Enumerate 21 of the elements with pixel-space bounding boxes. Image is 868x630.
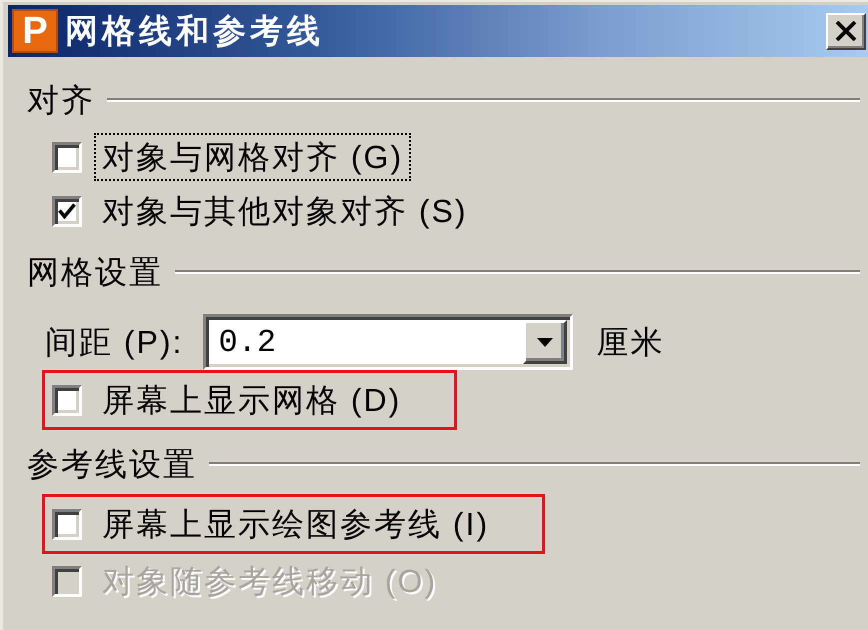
checkbox[interactable] xyxy=(52,142,82,172)
checkbox-label[interactable]: 对象与其他对象对齐 (S) xyxy=(94,187,476,235)
close-icon xyxy=(835,21,857,41)
checkbox[interactable] xyxy=(52,196,82,226)
checkbox[interactable] xyxy=(52,508,82,540)
unit-label: 厘米 xyxy=(596,323,664,362)
window-title: 网格线和参考线 xyxy=(65,11,324,51)
checkbox-label[interactable]: 对象与网格对齐 (G) xyxy=(94,133,412,181)
caret-icon xyxy=(537,338,554,346)
checkmark-icon xyxy=(58,203,76,219)
checkbox-label[interactable]: 屏幕上显示绘图参考线 (I) xyxy=(94,500,498,548)
checkbox-label[interactable]: 屏幕上显示网格 (D) xyxy=(94,376,410,424)
field-label: 间距 (P): xyxy=(45,323,184,362)
section-heading: 对齐 xyxy=(27,81,95,120)
section-heading: 网格设置 xyxy=(27,253,163,292)
close-button[interactable] xyxy=(826,12,866,50)
dropdown-field[interactable]: 0.2 xyxy=(203,314,574,370)
checkbox[interactable] xyxy=(52,384,82,416)
app-logo: P xyxy=(12,9,58,53)
dropdown-button[interactable] xyxy=(523,320,568,364)
section-heading: 参考线设置 xyxy=(27,445,197,484)
